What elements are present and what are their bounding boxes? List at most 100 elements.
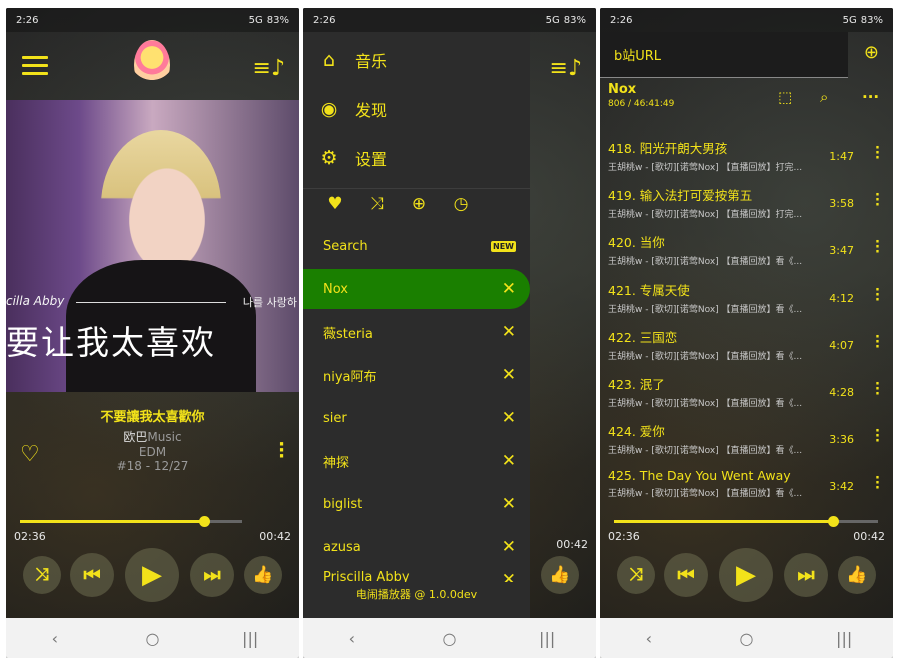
more-options-icon[interactable]: · · · (875, 472, 880, 495)
like-button[interactable]: 👍 (244, 556, 282, 594)
back-button[interactable]: ‹ (322, 629, 382, 648)
song-subtitle: 王胡桃w - [歌切][诺莺Nox] 【直播回放】看《... (608, 446, 803, 457)
more-options-icon[interactable]: · · · (875, 425, 880, 448)
remove-icon[interactable]: ✕ (502, 365, 516, 385)
seek-bar[interactable] (20, 516, 242, 527)
seek-fill (20, 520, 205, 523)
playlist-item-nox[interactable]: Nox ✕ (303, 269, 530, 309)
seek-fill (614, 520, 834, 523)
playlist-icon[interactable]: ≡♪ (550, 56, 582, 81)
song-subtitle: 王胡桃w - [歌切][诺莺Nox] 【直播回放】看《... (608, 489, 803, 500)
select-icon[interactable]: ⬚ (778, 88, 792, 106)
album-cover: cilla Abby 나를 사랑하 要让我太喜欢 (6, 100, 299, 392)
song-row[interactable]: 422. 三国恋 王胡桃w - [歌切][诺莺Nox] 【直播回放】看《... 4:… (608, 327, 886, 371)
remove-icon[interactable]: ✕ (502, 279, 516, 299)
more-icon[interactable]: ··· (862, 88, 879, 106)
elapsed-time: 02:36 (608, 530, 640, 543)
signal-label: 5G (842, 14, 857, 26)
like-button[interactable]: 👍 (838, 556, 876, 594)
heart-icon[interactable]: ♥ (325, 194, 345, 214)
compass-icon: ◉ (320, 98, 338, 120)
song-row[interactable]: 425. The Day You Went Away 王胡桃w - [歌切][诺莺… (608, 468, 886, 512)
more-options-icon[interactable]: · · · (875, 189, 880, 212)
remove-icon[interactable]: ✕ (502, 537, 516, 557)
signal-label: 5G (248, 14, 263, 26)
menu-item-label: 发现 (355, 101, 388, 120)
home-button[interactable]: ○ (419, 629, 479, 648)
playlist-item[interactable]: 神探 ✕ (303, 441, 530, 481)
song-subtitle: 王胡桃w - [歌切][诺莺Nox] 【直播回放】看《... (608, 351, 803, 362)
shuffle-button[interactable]: ⤨ (617, 556, 655, 594)
home-button[interactable]: ○ (716, 629, 776, 648)
menu-item-settings[interactable]: ⚙ 设置 (317, 146, 387, 170)
menu-item-music[interactable]: ⌂ 音乐 (317, 48, 387, 72)
search-item[interactable]: Search NEW (303, 226, 530, 266)
remove-icon[interactable]: ✕ (502, 408, 516, 428)
playlist-item[interactable]: azusa ✕ (303, 527, 530, 567)
shuffle-icon[interactable]: ⤨ (367, 194, 387, 214)
search-icon[interactable]: ⌕ (820, 88, 828, 106)
remove-icon[interactable]: ✕ (502, 322, 516, 342)
navigation-drawer: ⌂ 音乐 ◉ 发现 ⚙ 设置 ♥ ⤨ ⊕ ◷ Search NEW Nox ✕ … (303, 8, 530, 658)
cover-line (76, 302, 226, 303)
menu-icon[interactable] (22, 56, 48, 76)
quick-actions: ♥ ⤨ ⊕ ◷ (325, 194, 471, 214)
next-icon: ⏭ (203, 564, 221, 586)
recents-button[interactable]: ||| (814, 629, 874, 648)
back-button[interactable]: ‹ (619, 629, 679, 648)
song-artist: 欧巴Music (6, 428, 299, 445)
more-options-icon[interactable]: · · · (875, 284, 880, 307)
battery-label: 83% (563, 14, 586, 26)
top-bar: ≡♪ (6, 32, 299, 100)
song-duration: 4:12 (829, 291, 854, 305)
like-button[interactable]: 👍 (541, 556, 579, 594)
recents-button[interactable]: ||| (517, 629, 577, 648)
timer-icon[interactable]: ◷ (451, 194, 471, 214)
song-duration: 3:47 (829, 244, 854, 258)
more-options-icon[interactable]: · · · (875, 378, 880, 401)
song-row[interactable]: 423. 泯了 王胡桃w - [歌切][诺莺Nox] 【直播回放】看《... 4:2… (608, 374, 886, 418)
new-badge: NEW (491, 240, 516, 252)
song-title: 不要讓我太喜歡你 (100, 410, 205, 425)
more-options-icon[interactable]: · · · (875, 331, 880, 354)
play-button[interactable]: ▶ (125, 548, 179, 602)
next-button[interactable]: ⏭ (190, 553, 234, 597)
add-circle-icon[interactable]: ⊕ (409, 194, 429, 214)
play-icon: ▶ (736, 560, 756, 590)
seek-bar[interactable] (614, 516, 878, 527)
song-subtitle: 王胡桃w - [歌切][诺莺Nox] 【直播回放】看《... (608, 304, 803, 315)
artist-suffix: Music (147, 430, 182, 444)
previous-button[interactable]: ⏮ (664, 553, 708, 597)
menu-item-label: 设置 (355, 150, 388, 169)
song-row[interactable]: 421. 专属天使 王胡桃w - [歌切][诺莺Nox] 【直播回放】看《... 4… (608, 280, 886, 324)
playlist-item[interactable]: biglist ✕ (303, 484, 530, 524)
cover-title-art: 要让我太喜欢 (6, 323, 216, 362)
more-options-icon[interactable]: · · · (875, 142, 880, 165)
remove-icon[interactable]: ✕ (502, 494, 516, 514)
remove-icon[interactable]: ✕ (502, 451, 516, 471)
play-button[interactable]: ▶ (719, 548, 773, 602)
menu-item-discover[interactable]: ◉ 发现 (317, 97, 387, 121)
previous-button[interactable]: ⏮ (70, 553, 114, 597)
playlist-count: 806 / 46:41:49 (608, 99, 675, 109)
playlist-item[interactable]: niya阿布 ✕ (303, 355, 530, 395)
avatar[interactable] (134, 40, 170, 90)
recents-button[interactable]: ||| (220, 629, 280, 648)
song-row[interactable]: 420. 当你 王胡桃w - [歌切][诺莺Nox] 【直播回放】看《... 3:4… (608, 232, 886, 276)
playlist-item[interactable]: sier ✕ (303, 398, 530, 438)
song-row[interactable]: 419. 输入法打可爱按第五 王胡桃w - [歌切][诺莺Nox] 【直播回放】打… (608, 185, 886, 229)
thumbs-up-icon: 👍 (252, 565, 274, 585)
thumbs-up-icon: 👍 (549, 565, 571, 585)
back-button[interactable]: ‹ (25, 629, 85, 648)
song-row[interactable]: 424. 爱你 王胡桃w - [歌切][诺莺Nox] 【直播回放】看《... 3:3… (608, 421, 886, 465)
home-button[interactable]: ○ (122, 629, 182, 648)
playlist-icon[interactable]: ≡♪ (253, 56, 285, 81)
playlist-item[interactable]: 薇steria ✕ (303, 312, 530, 352)
signal-label: 5G (545, 14, 560, 26)
more-options-icon[interactable]: · · · (875, 236, 880, 259)
shuffle-button[interactable]: ⤨ (23, 556, 61, 594)
web-search-icon[interactable]: ⊕ (864, 42, 879, 63)
url-input[interactable]: b站URL (600, 32, 848, 78)
song-row[interactable]: 418. 阳光开朗大男孩 王胡桃w - [歌切][诺莺Nox] 【直播回放】打完.… (608, 138, 886, 182)
next-button[interactable]: ⏭ (784, 553, 828, 597)
